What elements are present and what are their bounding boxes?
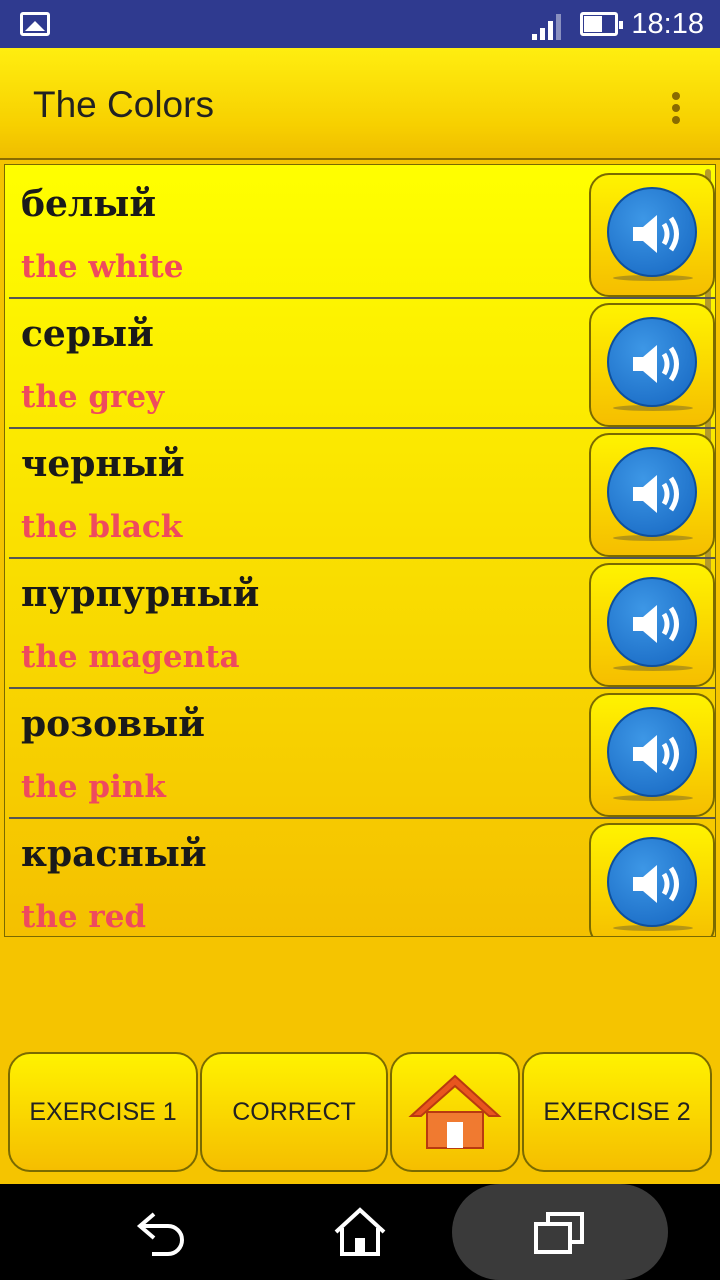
speaker-icon xyxy=(607,707,697,797)
list-item: черный the black xyxy=(9,429,715,559)
list-item: розовый the pink xyxy=(9,689,715,819)
speaker-icon xyxy=(607,187,697,277)
english-translation: the grey xyxy=(21,379,165,415)
exercise-1-button[interactable]: EXERCISE 1 xyxy=(8,1052,198,1172)
page-title: The Colors xyxy=(33,84,214,125)
recents-icon[interactable] xyxy=(532,1210,588,1256)
signal-icon xyxy=(532,14,561,40)
app-bar: The Colors xyxy=(0,48,720,160)
home-button[interactable] xyxy=(390,1052,520,1172)
russian-word: красный xyxy=(21,833,207,875)
speaker-icon xyxy=(607,577,697,667)
exercise-2-label: EXERCISE 2 xyxy=(543,1097,691,1126)
gallery-icon xyxy=(20,12,50,36)
russian-word: розовый xyxy=(21,703,205,745)
navigation-bar xyxy=(0,1184,720,1280)
exercise-1-label: EXERCISE 1 xyxy=(29,1097,177,1126)
russian-word: белый xyxy=(21,183,157,225)
word-list[interactable]: белый the white серый the grey черный th… xyxy=(4,164,716,937)
battery-icon xyxy=(580,12,623,36)
list-item: красный the red xyxy=(9,819,715,936)
correct-button[interactable]: CORRECT xyxy=(200,1052,388,1172)
list-item: серый the grey xyxy=(9,299,715,429)
speaker-icon xyxy=(607,837,697,927)
speaker-icon xyxy=(607,317,697,407)
russian-word: серый xyxy=(21,313,154,355)
list-item: пурпурный the magenta xyxy=(9,559,715,689)
russian-word: пурпурный xyxy=(21,573,260,615)
play-sound-button[interactable] xyxy=(589,303,715,427)
exercise-2-button[interactable]: EXERCISE 2 xyxy=(522,1052,712,1172)
clock: 18:18 xyxy=(631,8,704,40)
play-sound-button[interactable] xyxy=(589,823,715,936)
more-vert-icon[interactable] xyxy=(666,92,686,128)
english-translation: the black xyxy=(21,509,183,545)
english-translation: the magenta xyxy=(21,639,240,675)
play-sound-button[interactable] xyxy=(589,693,715,817)
english-translation: the pink xyxy=(21,769,166,805)
correct-label: CORRECT xyxy=(232,1097,356,1126)
list-item: белый the white xyxy=(9,169,715,299)
home-icon xyxy=(408,1074,502,1149)
play-sound-button[interactable] xyxy=(589,173,715,297)
bottom-bar: EXERCISE 1 CORRECT EXERCISE 2 xyxy=(0,1050,720,1174)
english-translation: the white xyxy=(21,249,184,285)
status-bar: 18:18 xyxy=(0,0,720,48)
back-icon[interactable] xyxy=(134,1208,188,1256)
english-translation: the red xyxy=(21,899,147,935)
play-sound-button[interactable] xyxy=(589,433,715,557)
play-sound-button[interactable] xyxy=(589,563,715,687)
nav-home-icon[interactable] xyxy=(332,1206,388,1258)
speaker-icon xyxy=(607,447,697,537)
russian-word: черный xyxy=(21,443,185,485)
